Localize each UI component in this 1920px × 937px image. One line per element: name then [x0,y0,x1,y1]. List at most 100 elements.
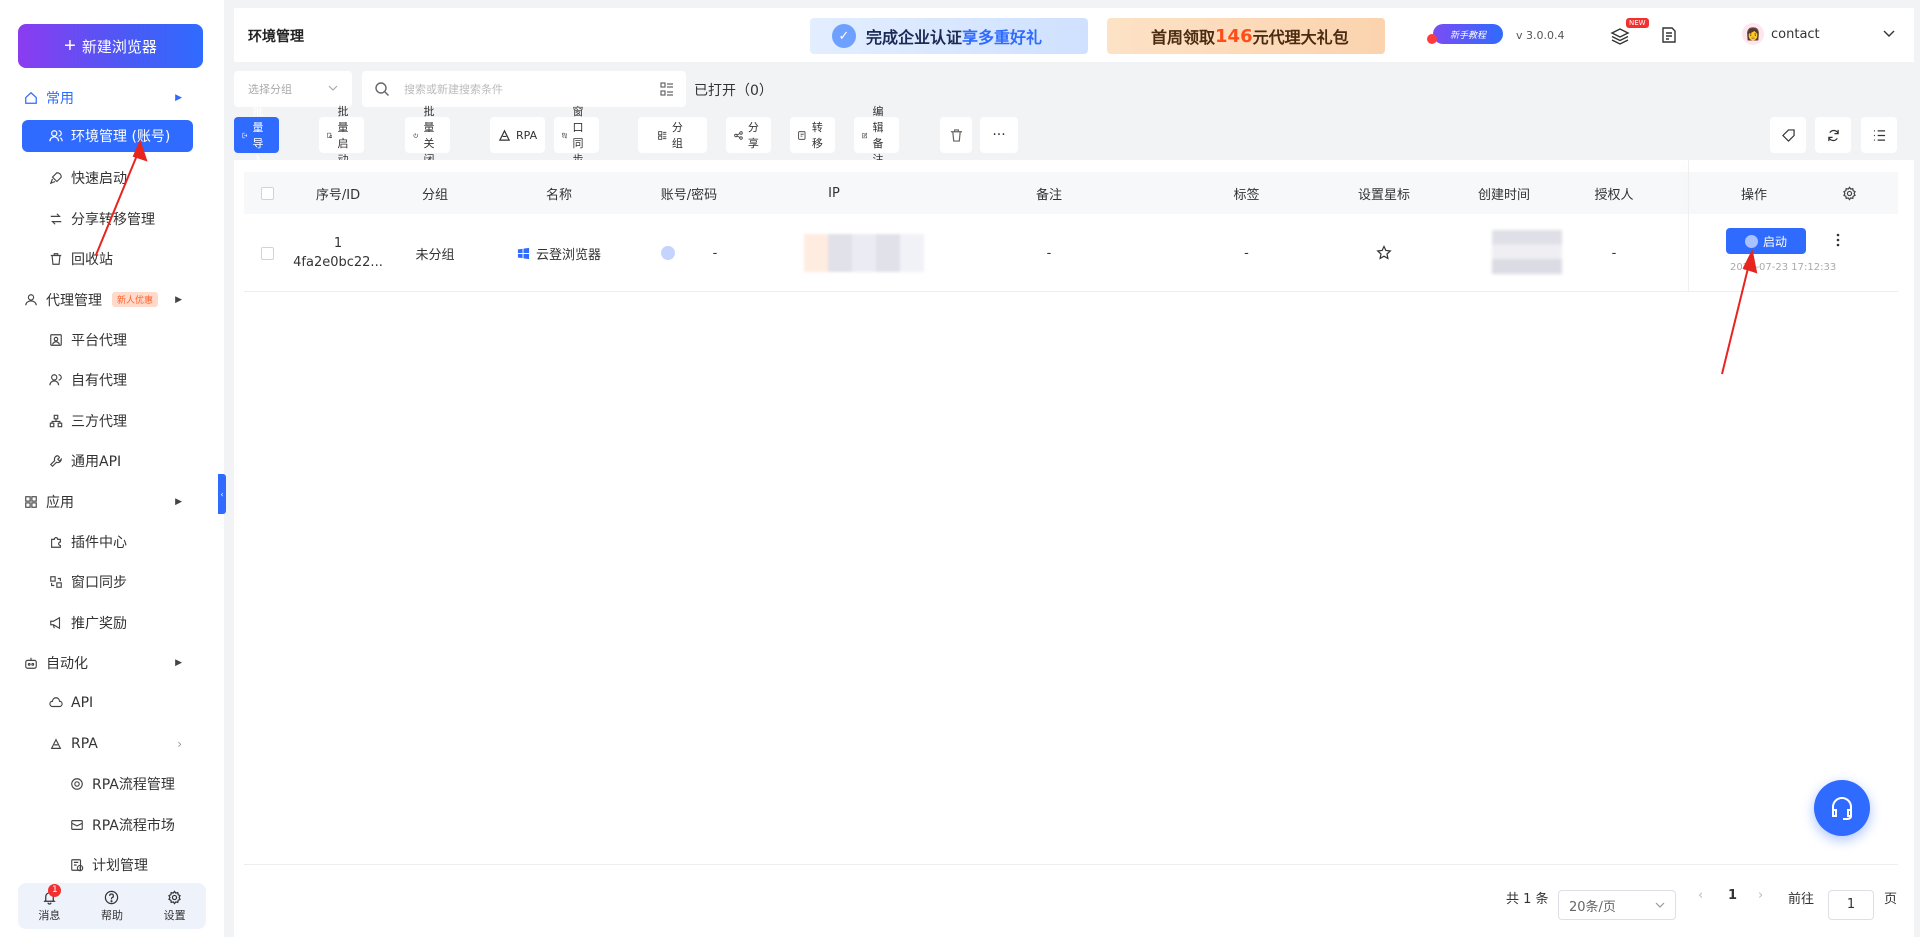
enterprise-cert-banner[interactable]: ✓ 完成企业认证 享多重好礼 [810,18,1088,54]
sidebar-group-label: 自动化 [46,656,88,672]
start-button[interactable]: 启动 [1726,228,1806,254]
tutorial-button[interactable]: 新手教程 [1427,24,1503,44]
proxy-gift-banner[interactable]: 首周领取 146 元代理大礼包 [1107,18,1385,54]
share-button[interactable]: 分享 [726,117,771,153]
sidebar-item-general-api[interactable]: 通用API [0,441,224,482]
tag-icon [1781,128,1795,142]
column-settings-button[interactable] [1861,117,1897,153]
sidebar-item-third-proxy[interactable]: 三方代理 [0,401,224,442]
group-button[interactable]: 分组 [638,117,707,153]
row-checkbox[interactable] [260,246,274,260]
messages-label: 消息 [38,908,61,922]
col-star: 设置星标 [1357,187,1410,203]
sidebar-group-label: 常用 [46,91,74,107]
chevron-right-icon: › [177,736,182,751]
sidebar-item-env-manage[interactable]: 环境管理 (账号) [22,120,193,152]
sidebar-item-plugin-center[interactable]: 插件中心 [0,522,224,563]
more-vertical-icon[interactable] [1830,232,1846,248]
plus-icon: + [64,35,76,57]
sidebar-item-quick-start[interactable]: 快速启动 [0,158,224,199]
col-account: 账号/密码 [660,187,718,203]
promo-badge: 新人优惠 [112,292,159,307]
sidebar-item-window-sync[interactable]: 窗口同步 [0,562,224,603]
star-icon[interactable] [1376,245,1392,261]
avatar[interactable]: 👩 [1742,23,1764,45]
col-tag: 标签 [1233,187,1260,203]
col-id: 序号/ID [315,187,361,203]
sidebar-item-rpa-flow-manage[interactable]: RPA流程管理 [0,764,224,805]
banner1-text: 完成企业认证 [866,28,963,47]
table-row[interactable]: 1 4fa2e0bc22... 未分组 云登浏览器 - - - - 启动 202… [244,214,1898,292]
banner2-prefix: 首周领取 [1151,28,1216,47]
group-icon [658,130,667,140]
group-select[interactable]: 选择分组 [234,71,352,107]
next-page-button[interactable]: › [1758,888,1763,903]
row-group: 未分组 [415,247,455,263]
rpa-label: RPA [516,128,538,142]
row-id[interactable]: 4fa2e0bc22... [293,255,383,270]
window-sync-button[interactable]: 窗口同步 [554,105,599,166]
batch-start-button[interactable]: 批量启动 [319,105,364,166]
list-settings-icon [1873,129,1885,141]
sidebar-collapse-handle[interactable]: ‹ [218,474,226,514]
col-ip: IP [828,185,840,201]
sidebar-item-share-transfer[interactable]: 分享转移管理 [0,199,224,240]
batch-close-button[interactable]: 批量关闭 [405,105,450,166]
sidebar-item-label: 推广奖励 [71,615,127,632]
home-icon [24,91,38,105]
search-input[interactable]: 搜索或新建搜索条件 [362,71,686,107]
messages-button[interactable]: 1 消息 [38,883,62,923]
sidebar-group-common[interactable]: 常用 ▶ [0,78,224,118]
sidebar-group-proxy[interactable]: 代理管理 新人优惠 ▶ [0,280,224,320]
sidebar-item-schedule-manage[interactable]: 计划管理 [0,845,224,886]
table-header: 序号/ID 分组 名称 账号/密码 IP 备注 标签 设置星标 创建时间 授权人… [244,172,1898,214]
sidebar-group-automation[interactable]: 自动化 ▶ [0,643,224,683]
edit-icon [862,132,868,138]
banner2-highlight: 146 [1215,25,1253,47]
tag-button[interactable] [1770,117,1806,153]
sidebar-item-recycle-bin[interactable]: 回收站 [0,239,224,280]
delete-button[interactable] [940,117,972,153]
batch-import-button[interactable]: 批量导入 [234,105,279,166]
sidebar-item-platform-proxy[interactable]: 平台代理 [0,320,224,361]
document-icon[interactable] [1660,26,1678,44]
transfer-button[interactable]: 转移 [790,117,835,153]
refresh-button[interactable] [1815,117,1851,153]
opened-count: 已打开（0） [694,83,773,99]
settings-button[interactable]: 设置 [164,889,186,923]
rpa-icon [498,129,511,141]
chevron-down-icon[interactable] [1882,26,1896,40]
sidebar-item-api[interactable]: API [0,683,224,724]
edit-note-button[interactable]: 编辑备注 [854,105,899,166]
prev-page-button[interactable]: ‹ [1698,888,1703,903]
sidebar-item-promo-reward[interactable]: 推广奖励 [0,603,224,644]
filter-list-icon[interactable] [660,82,674,96]
sidebar-group-label: 代理管理 [46,292,102,309]
sidebar-item-own-proxy[interactable]: 自有代理 [0,360,224,401]
search-icon [375,82,389,96]
table-settings-button[interactable] [1829,172,1869,214]
select-all-checkbox[interactable] [260,186,274,200]
new-browser-button[interactable]: + 新建浏览器 [18,24,203,68]
customer-support-button[interactable] [1814,780,1870,836]
sidebar-group-label: 应用 [46,494,74,511]
chevron-down-icon [328,85,338,91]
username[interactable]: contact [1771,27,1820,42]
sidebar-item-label: API [71,695,94,712]
sidebar-item-rpa[interactable]: RPA › [0,724,224,765]
users-icon [49,129,63,143]
layers-icon[interactable] [1610,26,1630,46]
rpa-button[interactable]: RPA [490,117,546,153]
sidebar-group-apps[interactable]: 应用 ▶ [0,482,224,522]
sidebar-item-rpa-flow-market[interactable]: RPA流程市场 [0,805,224,846]
page-suffix: 页 [1884,892,1898,907]
row-name[interactable]: 云登浏览器 [536,244,601,263]
goto-page-input[interactable]: 1 [1828,890,1874,920]
row-select-cell [244,214,290,292]
page-size-select[interactable]: 20条/页 [1558,890,1676,920]
more-button[interactable]: ··· [980,117,1018,153]
help-button[interactable]: 帮助 [101,890,123,923]
current-page[interactable]: 1 [1728,888,1737,903]
row-ip-redacted [804,234,924,272]
edit-note-label: 编辑备注 [872,105,884,166]
